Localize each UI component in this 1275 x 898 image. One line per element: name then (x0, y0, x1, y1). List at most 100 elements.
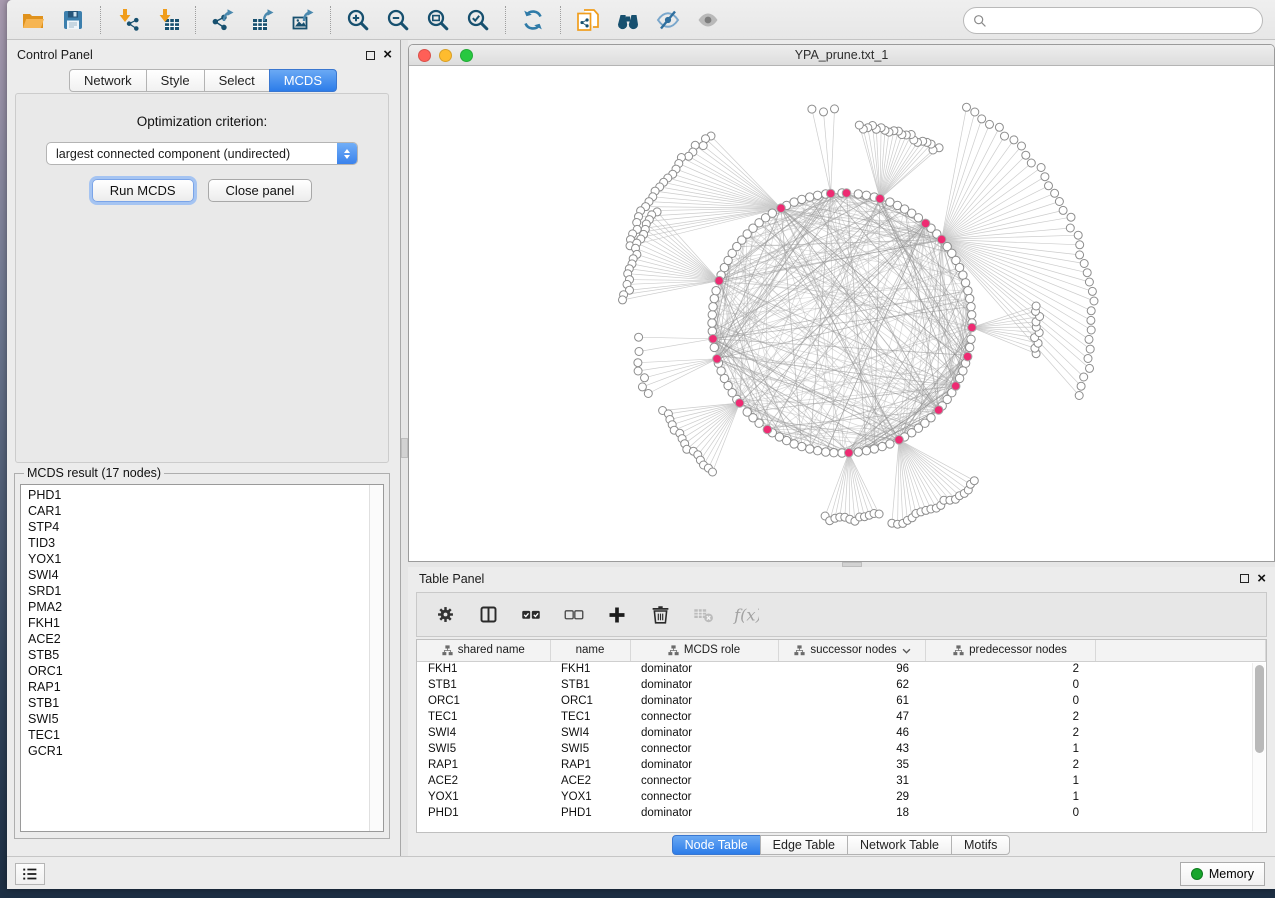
close-panel-icon[interactable]: × (383, 50, 392, 60)
close-panel-button[interactable]: Close panel (208, 179, 313, 202)
task-history-button[interactable] (15, 863, 45, 885)
float-panel-icon[interactable] (366, 51, 375, 60)
run-mcds-button[interactable]: Run MCDS (92, 179, 194, 202)
import-table-button[interactable] (148, 4, 188, 36)
mcds-result-item[interactable]: ACE2 (28, 631, 368, 647)
vertical-splitter-handle[interactable] (401, 438, 408, 458)
table-row[interactable]: FKH1FKH1dominator962 (417, 661, 1266, 677)
refresh-button[interactable] (513, 4, 553, 36)
table-row[interactable]: SWI5SWI5connector431 (417, 741, 1266, 757)
mcds-result-item[interactable]: SWI5 (28, 711, 368, 727)
export-image-button[interactable] (283, 4, 323, 36)
toolbar-separator (560, 6, 561, 34)
show-all-button (688, 4, 728, 36)
toolbar-group (568, 4, 728, 36)
column-header-mcds-role[interactable]: MCDS role (630, 640, 778, 661)
zoom-out-button[interactable] (378, 4, 418, 36)
export-network-button[interactable] (203, 4, 243, 36)
settings-button[interactable] (431, 601, 459, 629)
mcds-result-item[interactable]: PMA2 (28, 599, 368, 615)
tab-network-table[interactable]: Network Table (847, 835, 952, 855)
mcds-result-group: MCDS result (17 nodes) PHD1CAR1STP4TID3Y… (14, 466, 390, 839)
open-file-button[interactable] (13, 4, 53, 36)
mcds-result-item[interactable]: SWI4 (28, 567, 368, 583)
column-header-name[interactable]: name (550, 640, 630, 661)
zoom-selected-icon (466, 8, 490, 32)
mcds-result-item[interactable]: CAR1 (28, 503, 368, 519)
table-row[interactable]: SWI4SWI4dominator462 (417, 725, 1266, 741)
control-panel: Control Panel × NetworkStyleSelectMCDS O… (7, 40, 401, 856)
network-window-titlebar[interactable]: YPA_prune.txt_1 (409, 45, 1274, 66)
tab-edge-table[interactable]: Edge Table (760, 835, 848, 855)
result-list-scrollbar[interactable] (369, 485, 383, 831)
tab-select[interactable]: Select (204, 69, 270, 92)
table-row[interactable]: TEC1TEC1connector472 (417, 709, 1266, 725)
mcds-result-item[interactable]: GCR1 (28, 743, 368, 759)
network-canvas[interactable] (409, 66, 1274, 562)
search-input[interactable] (993, 14, 1254, 28)
network-graph (409, 66, 1275, 562)
table-row[interactable]: ORC1ORC1dominator610 (417, 693, 1266, 709)
export-network-icon (211, 8, 235, 32)
add-row-button[interactable] (603, 601, 631, 629)
zoom-in-button[interactable] (338, 4, 378, 36)
search-icon (972, 13, 988, 29)
columns-icon (478, 604, 499, 625)
zoom-fit-button[interactable] (418, 4, 458, 36)
import-network-button[interactable] (108, 4, 148, 36)
vertical-splitter[interactable] (401, 40, 408, 856)
mcds-result-list[interactable]: PHD1CAR1STP4TID3YOX1SWI4SRD1PMA2FKH1ACE2… (21, 487, 368, 831)
column-header-predecessor-nodes[interactable]: predecessor nodes (925, 640, 1095, 661)
memory-label: Memory (1209, 867, 1254, 881)
column-header-shared-name[interactable]: shared name (417, 640, 550, 661)
import-network-icon (116, 8, 140, 32)
column-header-successor-nodes[interactable]: successor nodes (778, 640, 925, 661)
table-scrollbar[interactable] (1252, 663, 1265, 831)
close-table-panel-icon[interactable]: × (1257, 574, 1266, 584)
table-row[interactable]: PHD1PHD1dominator180 (417, 805, 1266, 821)
tab-network[interactable]: Network (69, 69, 147, 92)
mcds-result-item[interactable]: ORC1 (28, 663, 368, 679)
optimization-criterion-select[interactable]: largest connected component (undirected) (46, 142, 358, 165)
memory-button[interactable]: Memory (1180, 862, 1265, 886)
table-row[interactable]: YOX1YOX1connector291 (417, 789, 1266, 805)
mcds-result-item[interactable]: YOX1 (28, 551, 368, 567)
tree-icon (953, 645, 964, 656)
search-network-button[interactable] (608, 4, 648, 36)
delete-row-icon (650, 604, 671, 625)
delete-row-button[interactable] (646, 601, 674, 629)
mcds-result-item[interactable]: STB5 (28, 647, 368, 663)
mcds-result-item[interactable]: PHD1 (28, 487, 368, 503)
tab-motifs[interactable]: Motifs (951, 835, 1010, 855)
table-row[interactable]: STB1STB1dominator620 (417, 677, 1266, 693)
delete-table-button (689, 601, 717, 629)
hide-selected-button[interactable] (648, 4, 688, 36)
tab-node-table[interactable]: Node Table (672, 835, 761, 855)
mcds-result-item[interactable]: STB1 (28, 695, 368, 711)
zoom-selected-button[interactable] (458, 4, 498, 36)
control-panel-title: Control Panel (17, 48, 93, 62)
mcds-result-item[interactable]: STP4 (28, 519, 368, 535)
export-table-button[interactable] (243, 4, 283, 36)
mcds-result-item[interactable]: SRD1 (28, 583, 368, 599)
float-table-panel-icon[interactable] (1240, 574, 1249, 583)
save-session-button[interactable] (53, 4, 93, 36)
columns-button[interactable] (474, 601, 502, 629)
select-all-button[interactable] (517, 601, 545, 629)
deselect-all-button[interactable] (560, 601, 588, 629)
table-panel-tabs: Node TableEdge TableNetwork TableMotifs (408, 835, 1275, 855)
toolbar-separator (330, 6, 331, 34)
mcds-result-item[interactable]: FKH1 (28, 615, 368, 631)
table-row[interactable]: ACE2ACE2connector311 (417, 773, 1266, 789)
table-row[interactable]: RAP1RAP1dominator352 (417, 757, 1266, 773)
tab-style[interactable]: Style (146, 69, 205, 92)
tab-mcds[interactable]: MCDS (269, 69, 337, 92)
mcds-result-item[interactable]: RAP1 (28, 679, 368, 695)
mcds-panel: Optimization criterion: largest connecte… (15, 93, 389, 463)
mcds-result-item[interactable]: TEC1 (28, 727, 368, 743)
toolbar-group (513, 4, 553, 36)
import-table-icon (156, 8, 180, 32)
clone-network-button[interactable] (568, 4, 608, 36)
network-window-title: YPA_prune.txt_1 (409, 48, 1274, 62)
mcds-result-item[interactable]: TID3 (28, 535, 368, 551)
